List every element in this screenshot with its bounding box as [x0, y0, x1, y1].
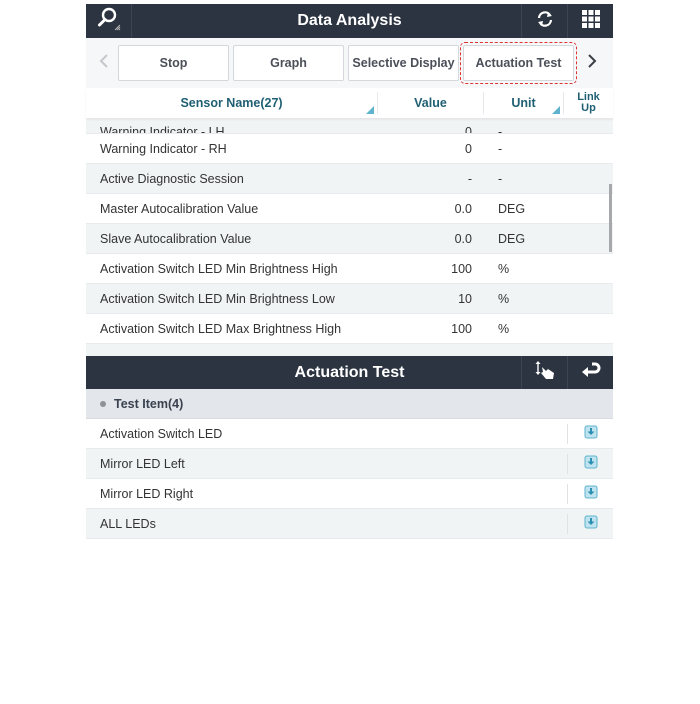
- touch-move-icon: [534, 360, 556, 385]
- run-test-button[interactable]: [567, 453, 613, 474]
- download-icon: [584, 455, 598, 472]
- download-icon: [584, 425, 598, 442]
- search-icon: [96, 6, 122, 37]
- return-icon: [581, 361, 601, 384]
- bullet-icon: [100, 400, 106, 407]
- column-header-value: Value: [378, 92, 484, 114]
- sensor-list[interactable]: Warning Indicator - LH 0 - Warning Indic…: [86, 118, 613, 344]
- download-icon: [584, 485, 598, 502]
- chevron-right-icon: [587, 52, 597, 75]
- stop-button[interactable]: Stop: [118, 45, 229, 81]
- table-row[interactable]: Warning Indicator - LH 0 -: [86, 118, 613, 134]
- refresh-icon: [535, 9, 555, 34]
- run-test-button[interactable]: [567, 513, 613, 534]
- download-icon: [584, 515, 598, 532]
- table-row[interactable]: Slave Autocalibration Value 0.0 DEG: [86, 224, 613, 254]
- table-row[interactable]: Master Autocalibration Value 0.0 DEG: [86, 194, 613, 224]
- test-item-row[interactable]: Mirror LED Right: [86, 479, 613, 509]
- run-test-button[interactable]: [567, 483, 613, 504]
- run-test-button[interactable]: [567, 423, 613, 444]
- sort-indicator-icon: [552, 106, 560, 114]
- table-row[interactable]: Activation Switch LED Min Brightness Low…: [86, 284, 613, 314]
- actuation-test-title-bar: Actuation Test: [86, 356, 613, 389]
- toolbar: Stop Graph Selective Display Actuation T…: [86, 38, 613, 88]
- grid-menu-icon: [581, 9, 600, 33]
- table-row[interactable]: Warning Indicator - RH 0 -: [86, 134, 613, 164]
- sensor-table-header: Sensor Name(27) Value Unit Link Up: [86, 88, 613, 118]
- column-header-sensor-name[interactable]: Sensor Name(27): [86, 92, 378, 114]
- table-row[interactable]: Active Diagnostic Session - -: [86, 164, 613, 194]
- selective-display-button[interactable]: Selective Display: [348, 45, 459, 81]
- menu-button[interactable]: [567, 4, 613, 38]
- table-row[interactable]: Activation Switch LED Max Brightness Hig…: [86, 314, 613, 344]
- test-item-row[interactable]: Activation Switch LED: [86, 419, 613, 449]
- touch-move-button[interactable]: [521, 356, 567, 389]
- section-divider: [86, 344, 613, 356]
- toolbar-next-button[interactable]: [578, 45, 606, 81]
- search-button[interactable]: [86, 4, 132, 38]
- sort-indicator-icon: [366, 106, 374, 114]
- test-item-group-header: Test Item(4): [86, 389, 613, 419]
- return-button[interactable]: [567, 356, 613, 389]
- data-analysis-app: Data Analysis Stop Graph Selective Displ…: [86, 4, 613, 539]
- table-row[interactable]: Activation Switch LED Min Brightness Hig…: [86, 254, 613, 284]
- test-item-row[interactable]: Mirror LED Left: [86, 449, 613, 479]
- graph-button[interactable]: Graph: [233, 45, 344, 81]
- actuation-test-button[interactable]: Actuation Test: [460, 42, 577, 84]
- title-bar: Data Analysis: [86, 4, 613, 38]
- column-header-link-up: Link Up: [577, 91, 600, 114]
- test-item-row[interactable]: ALL LEDs: [86, 509, 613, 539]
- chevron-left-icon: [99, 52, 109, 75]
- toolbar-prev-button[interactable]: [90, 45, 118, 81]
- column-header-unit[interactable]: Unit: [484, 92, 564, 114]
- refresh-button[interactable]: [521, 4, 567, 38]
- sensor-list-scrollbar[interactable]: [609, 184, 612, 252]
